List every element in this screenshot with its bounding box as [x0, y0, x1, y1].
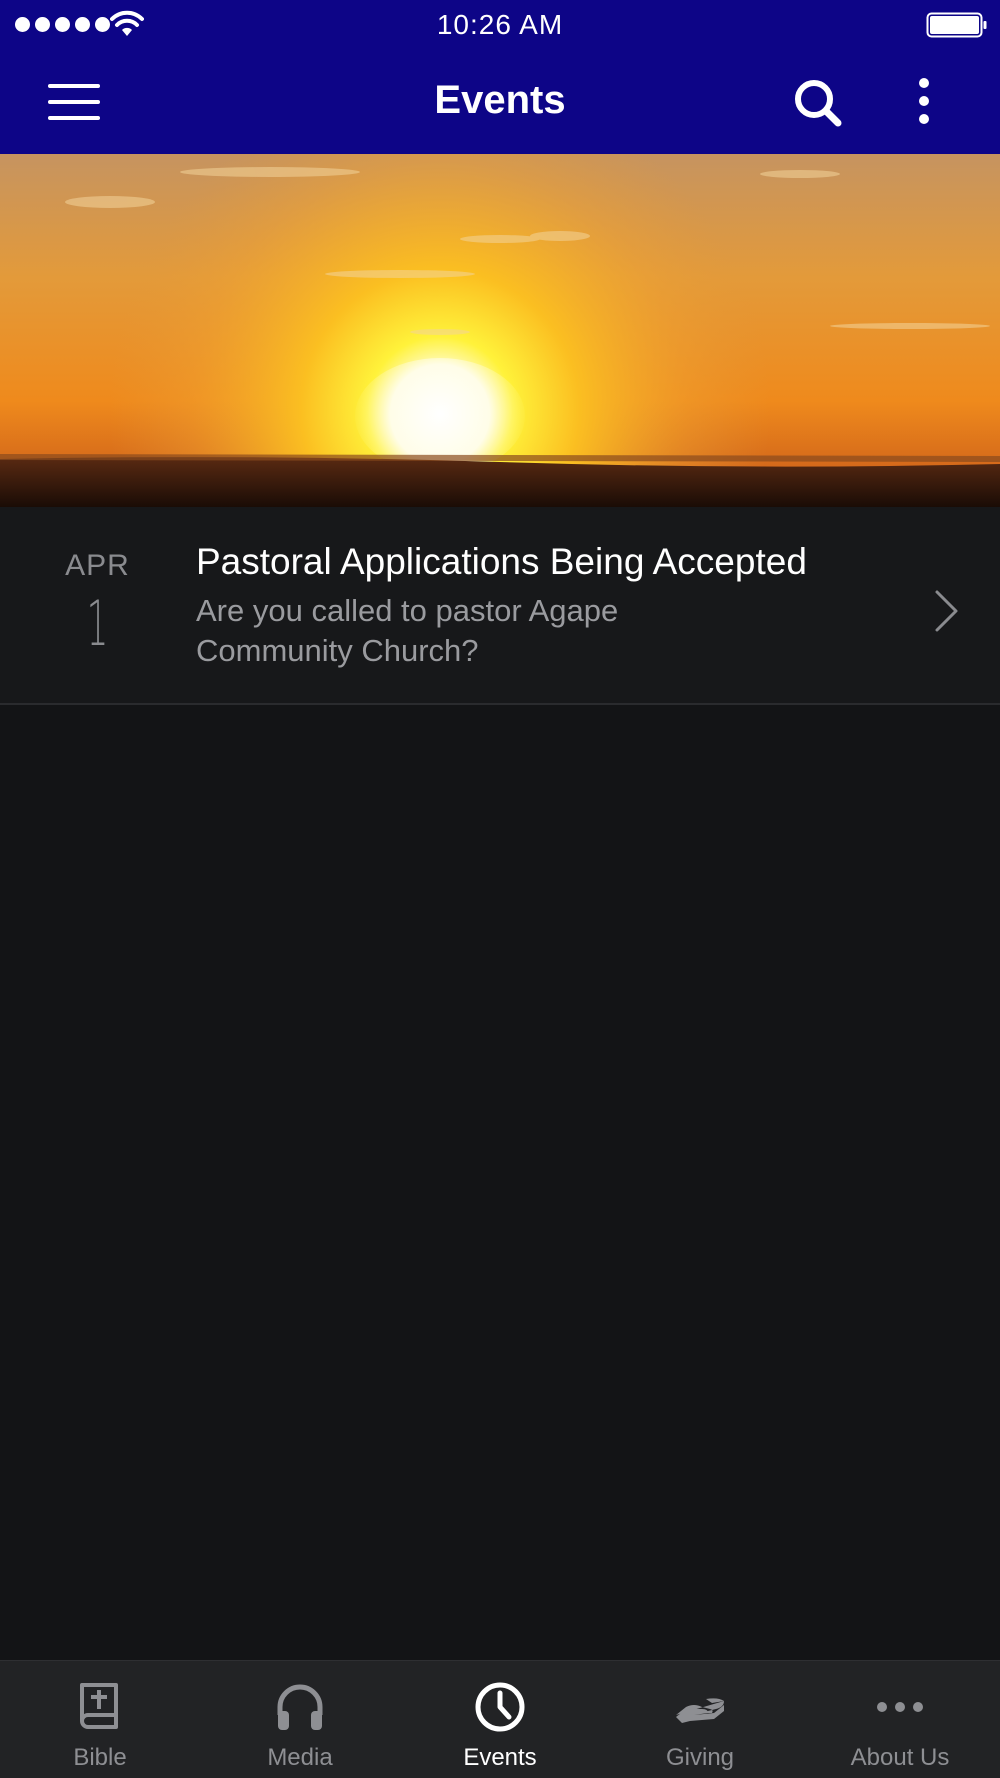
tab-label: About Us: [850, 1744, 950, 1771]
tab-label: Media: [267, 1744, 333, 1771]
tab-about-us[interactable]: About Us: [800, 1661, 1000, 1778]
tab-bar: Bible Media Events Giving About Us: [0, 1660, 1000, 1778]
event-title: Pastoral Applications Being Accepted: [196, 541, 807, 582]
tab-media[interactable]: Media: [200, 1661, 400, 1778]
tab-giving[interactable]: Giving: [600, 1661, 800, 1778]
battery-icon: [926, 12, 987, 38]
clock-icon: [475, 1682, 525, 1732]
navigation-bar: Events: [0, 50, 1000, 154]
giving-hand-icon: [676, 1698, 724, 1723]
event-description: Are you called to pastor Agape Community…: [196, 593, 619, 668]
hero-sunset-image: [0, 154, 1000, 507]
headphones-icon: [277, 1684, 323, 1730]
more-vertical-icon[interactable]: [911, 75, 937, 131]
event-day: 1: [86, 587, 109, 660]
bible-icon: [80, 1683, 118, 1729]
search-icon[interactable]: [790, 75, 846, 131]
tab-bible[interactable]: Bible: [0, 1661, 200, 1778]
status-time: 10:26 AM: [436, 9, 564, 40]
events-screen: 10:26 AM Events APR 1 Pastoral Applicati…: [0, 0, 1000, 1778]
tab-label: Events: [463, 1744, 537, 1771]
tab-label: Bible: [73, 1744, 127, 1771]
status-bar: 10:26 AM: [0, 0, 1000, 50]
page-title: Events: [434, 78, 566, 122]
tab-events[interactable]: Events: [400, 1661, 600, 1778]
chevron-right-icon: [935, 590, 958, 632]
more-horizontal-icon: [877, 1702, 923, 1712]
event-month: APR: [65, 549, 130, 582]
tab-label: Giving: [665, 1744, 735, 1771]
event-list-item[interactable]: APR 1 Pastoral Applications Being Accept…: [0, 507, 1000, 705]
